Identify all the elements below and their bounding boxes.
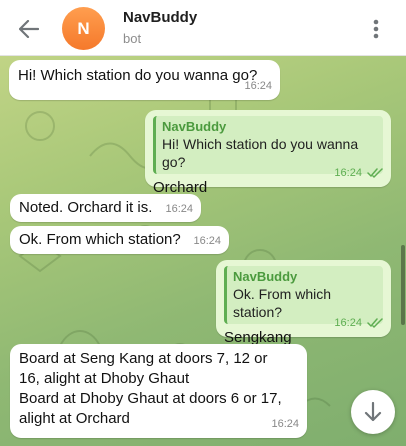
chat-title[interactable]: NavBuddy: [123, 9, 197, 26]
back-button[interactable]: [16, 16, 42, 42]
chat-header: N NavBuddy bot: [0, 0, 406, 56]
message-line: 16, alight at Dhoby Ghaut: [19, 370, 190, 387]
scroll-to-bottom-button[interactable]: [351, 390, 395, 434]
reply-sender: NavBuddy: [162, 119, 227, 134]
bot-avatar[interactable]: N: [62, 7, 105, 50]
message-incoming[interactable]: Hi! Which station do you wanna go? 16:24: [9, 60, 280, 100]
chat-subtitle: bot: [123, 31, 142, 46]
message-line: Board at Seng Kang at doors 7, 12 or: [19, 350, 268, 367]
message-text: Noted. Orchard it is.: [19, 199, 153, 216]
message-text: Ok. From which station?: [19, 231, 181, 248]
message-line: Board at Dhoby Ghaut at doors 6 or 17,: [19, 390, 282, 407]
arrow-left-icon: [19, 20, 39, 38]
double-check-icon: [367, 318, 383, 328]
message-text: Hi! Which station do you wanna go?: [18, 67, 258, 84]
message-time: 16:24: [244, 80, 272, 92]
message-incoming[interactable]: Board at Seng Kang at doors 7, 12 or 16,…: [10, 344, 307, 438]
more-options-button[interactable]: [366, 16, 386, 42]
chat-scrollbar[interactable]: [401, 245, 405, 325]
message-incoming[interactable]: Noted. Orchard it is. 16:24: [10, 194, 201, 222]
message-time: 16:24: [271, 418, 299, 430]
message-time: 16:24: [193, 235, 221, 247]
message-incoming[interactable]: Ok. From which station? 16:24: [10, 226, 229, 254]
reply-sender: NavBuddy: [233, 269, 298, 284]
message-line: alight at Orchard: [19, 410, 130, 427]
double-check-icon: [367, 168, 383, 178]
arrow-down-icon: [364, 402, 382, 422]
message-time-status: 16:24: [334, 313, 383, 333]
message-outgoing[interactable]: NavBuddy Hi! Which station do you wanna …: [145, 110, 391, 196]
message-outgoing[interactable]: NavBuddy Ok. From which station? Sengkan…: [216, 260, 391, 346]
more-vertical-icon: [373, 19, 379, 39]
message-time-status: 16:24: [334, 163, 383, 183]
message-time: 16:24: [165, 203, 193, 215]
